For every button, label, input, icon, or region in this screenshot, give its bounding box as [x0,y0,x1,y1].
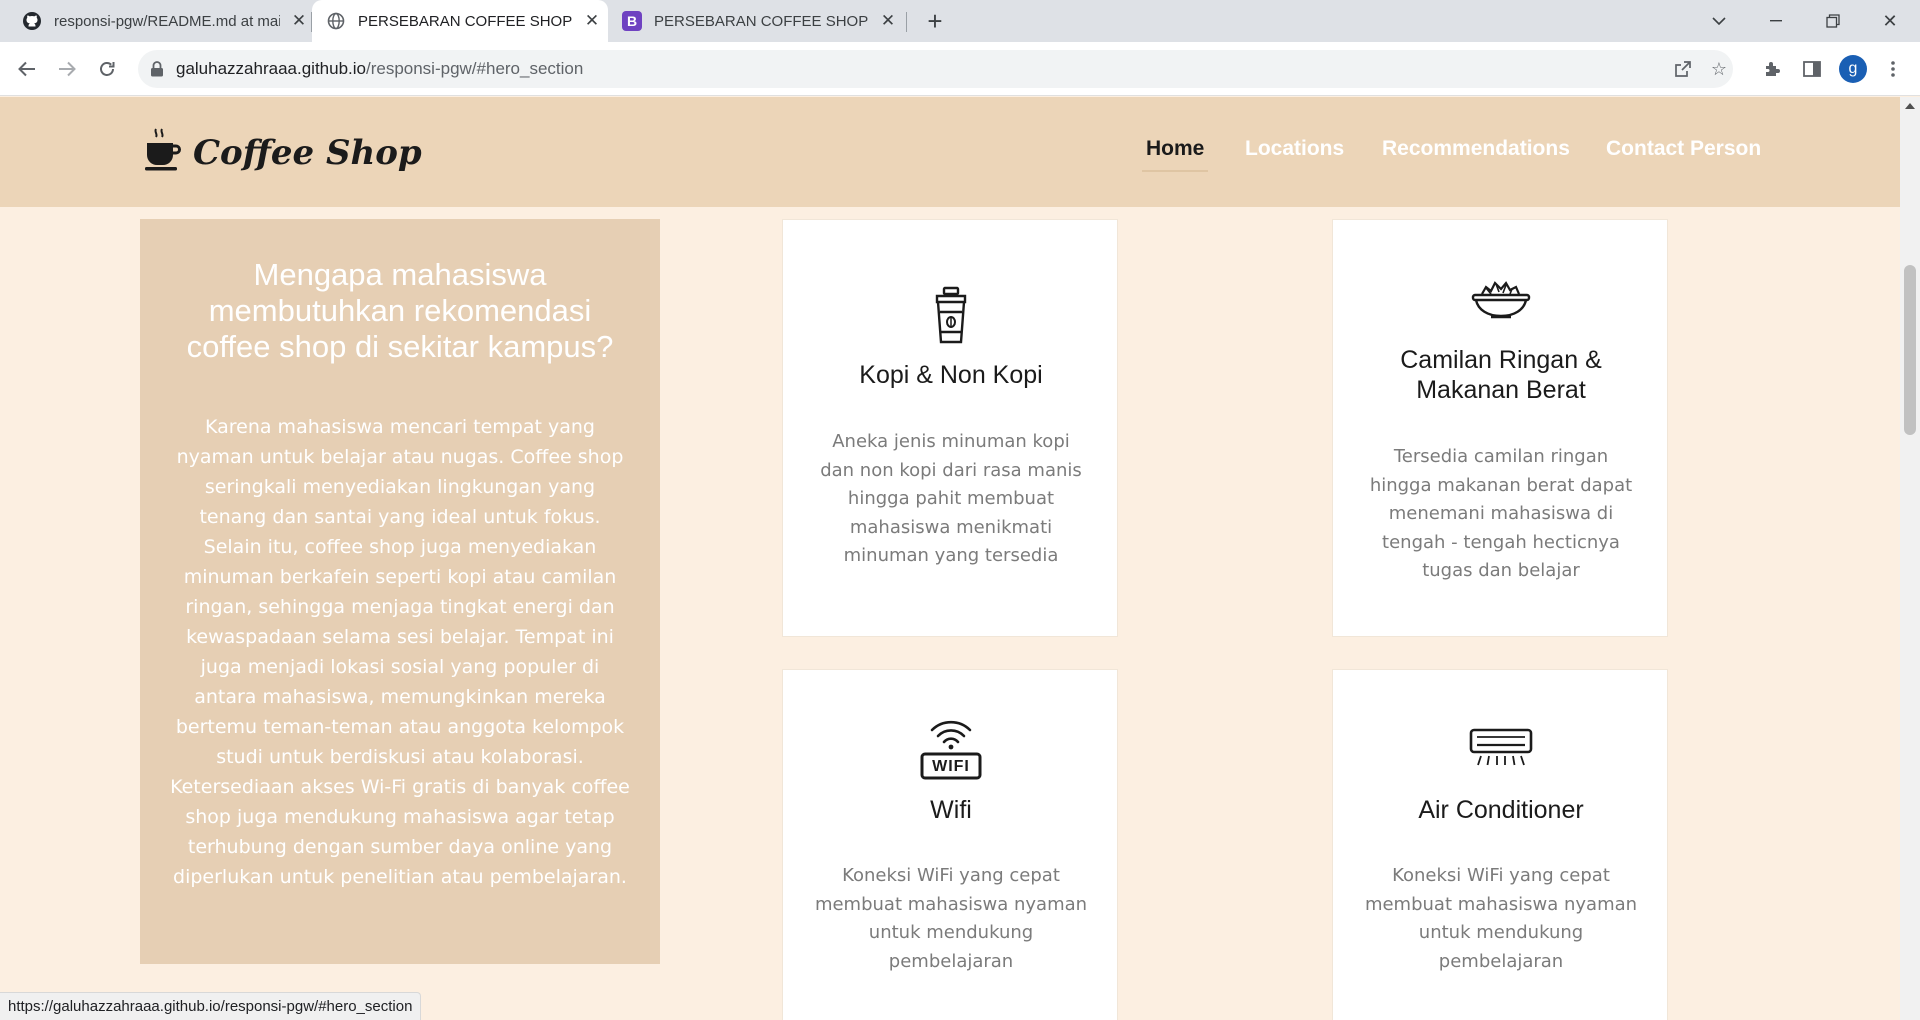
browser-toolbar: galuhazzahraaa.github.io/responsi-pgw/#h… [0,42,1920,96]
close-tab-icon[interactable]: ✕ [288,10,310,32]
url-path: /responsi-pgw/#hero_section [365,59,584,78]
hero-text: Karena mahasiswa mencari tempat yang nya… [170,416,630,888]
nav-contact-person[interactable]: Contact Person [1606,137,1761,161]
bootstrap-icon: B [622,11,642,31]
scroll-up-arrow-icon[interactable] [1905,103,1915,109]
tab-github-readme[interactable]: responsi-pgw/README.md at main ✕ [0,0,310,42]
github-icon [22,11,42,31]
feature-title: Air Conditioner [1418,796,1584,824]
tab-title: responsi-pgw/README.md at main [54,12,280,30]
site-navbar: Coffee Shop Home Locations Recommendatio… [0,97,1900,207]
close-tab-icon[interactable]: ✕ [581,10,603,32]
more-menu-icon[interactable] [1878,54,1908,84]
tab-title: PERSEBARAN COFFEE SHOP DI SEKITAR KAMPUS [654,12,869,30]
feature-description: Koneksi WiFi yang cepat membuat mahasisw… [814,865,1088,972]
tab-separator [906,12,907,32]
feature-title: Wifi [930,796,972,824]
nav-home[interactable]: Home [1141,137,1209,172]
new-tab-button[interactable]: + [920,6,950,36]
globe-icon [326,11,346,31]
close-window-button[interactable]: ✕ [1862,0,1918,42]
feature-title: Kopi & Non Kopi [859,361,1043,389]
share-icon[interactable] [1668,54,1698,84]
minimize-button[interactable] [1748,0,1804,42]
feature-card-ac: Air Conditioner Koneksi WiFi yang cepat … [1332,669,1668,1020]
feature-description: Aneka jenis minuman kopi dan non kopi da… [820,431,1082,566]
tab-persebaran-bootstrap[interactable]: B PERSEBARAN COFFEE SHOP DI SEKITAR KAMP… [608,0,908,42]
feature-card-wifi: WIFI Wifi Koneksi WiFi yang cepat membua… [782,669,1118,1020]
tab-strip: responsi-pgw/README.md at main ✕ PERSEBA… [0,0,1920,42]
tab-search-chevron-icon[interactable] [1691,0,1747,42]
scrollbar-thumb[interactable] [1904,265,1916,435]
tab-persebaran-active[interactable]: PERSEBARAN COFFEE SHOP DI SEKITAR KAMPUS… [312,0,608,42]
wifi-label: WIFI [932,758,970,775]
url-host: galuhazzahraaa.github.io [176,59,366,78]
profile-avatar[interactable]: g [1839,55,1867,83]
page-scrollbar[interactable] [1900,97,1920,1020]
address-bar[interactable]: galuhazzahraaa.github.io/responsi-pgw/#h… [138,50,1733,88]
lock-icon [150,61,164,77]
feature-title: Camilan Ringan & Makanan Berat [1400,346,1602,404]
tab-title: PERSEBARAN COFFEE SHOP DI SEKITAR KAMPUS [358,12,573,30]
feature-description: Tersedia camilan ringan hingga makanan b… [1369,446,1633,581]
brand-name: Coffee Shop [193,132,422,173]
feature-card-coffee: Kopi & Non Kopi Aneka jenis minuman kopi… [782,219,1118,637]
nav-locations[interactable]: Locations [1245,137,1344,161]
extensions-icon[interactable] [1757,54,1787,84]
hero-info-box: Mengapa mahasiswa membutuhkan rekomendas… [140,219,660,964]
close-tab-icon[interactable]: ✕ [877,10,899,32]
forward-button[interactable] [52,54,82,84]
nav-recommendations[interactable]: Recommendations [1382,137,1570,161]
restore-button[interactable] [1805,0,1861,42]
hero-title: Mengapa mahasiswa membutuhkan rekomendas… [186,257,614,364]
snack-bowl-icon [1333,276,1669,324]
coffee-cup-icon [783,286,1119,346]
coffee-cup-logo-icon [145,127,181,178]
feature-card-snacks: Camilan Ringan & Makanan Berat Tersedia … [1332,219,1668,637]
air-conditioner-icon [1333,728,1669,768]
brand-logo[interactable]: Coffee Shop [145,127,422,178]
bookmark-star-icon[interactable]: ☆ [1704,54,1734,84]
back-button[interactable] [12,54,42,84]
feature-description: Koneksi WiFi yang cepat membuat mahasisw… [1364,865,1638,972]
status-bar-link: https://galuhazzahraaa.github.io/respons… [0,992,422,1020]
page-viewport: Coffee Shop Home Locations Recommendatio… [0,97,1900,1020]
reload-button[interactable] [92,54,122,84]
side-panel-icon[interactable] [1797,54,1827,84]
